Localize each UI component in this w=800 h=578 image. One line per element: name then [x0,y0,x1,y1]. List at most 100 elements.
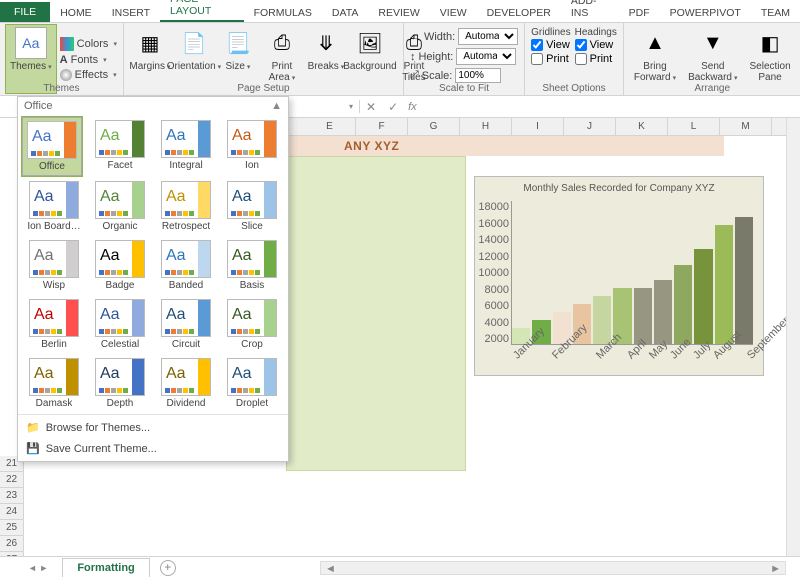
group-label-themes: Themes [0,83,123,94]
theme-droplet[interactable]: AaDroplet [220,355,284,412]
headings-view[interactable]: View [575,38,617,52]
data-region [286,156,466,471]
send-backward-icon: ▼ [697,27,729,59]
width-select[interactable]: Automatic [458,28,518,45]
col-F[interactable]: F [356,118,408,135]
gridlines-label: Gridlines [531,27,570,38]
chart-bars [511,201,753,345]
theme-ion-board-[interactable]: AaIon Board… [22,178,86,235]
gridlines-view[interactable]: View [531,38,570,52]
theme-celestial[interactable]: AaCelestial [88,296,152,353]
chart-x-axis: JanuaryFebruaryMarchAprilMayJuneJulyAugu… [511,347,753,373]
effects-icon [60,69,72,81]
col-H[interactable]: H [460,118,512,135]
theme-wisp[interactable]: AaWisp [22,237,86,294]
themes-gallery-header: Office ▲ [18,97,288,115]
accept-formula[interactable]: ✓ [382,100,404,114]
group-label-sheet: Sheet Options [525,83,623,94]
scale-input[interactable] [455,68,501,83]
save-theme[interactable]: 💾Save Current Theme... [18,438,288,459]
chart[interactable]: Monthly Sales Recorded for Company XYZ 1… [474,176,764,376]
theme-integral[interactable]: AaIntegral [154,117,218,176]
theme-retrospect[interactable]: AaRetrospect [154,178,218,235]
height-select[interactable]: Automatic [456,48,516,65]
bar-August [654,280,672,344]
print-area-icon: ⎙ [266,27,298,59]
theme-damask[interactable]: AaDamask [22,355,86,412]
tab-pdf[interactable]: PDF [619,3,660,22]
tab-insert[interactable]: INSERT [102,3,160,22]
sheet-tab-formatting[interactable]: Formatting [62,558,149,577]
fx-icon[interactable]: fx [404,101,421,113]
theme-office[interactable]: AaOffice [22,117,82,176]
vertical-scrollbar[interactable] [786,118,800,556]
add-sheet-button[interactable]: + [160,560,176,576]
tab-home[interactable]: HOME [50,3,102,22]
gridlines-print[interactable]: Print [531,52,570,66]
tab-team[interactable]: Team [751,3,800,22]
col-E[interactable]: E [304,118,356,135]
scale-pct[interactable]: ⤢Scale: [410,67,518,84]
size-icon: 📃 [222,27,254,59]
headings-label: Headings [575,27,617,38]
theme-facet[interactable]: AaFacet [88,117,152,176]
col-I[interactable]: I [512,118,564,135]
height-icon: ↕ [410,51,416,63]
chart-y-axis: 1800016000140001200010000800060004000200… [483,201,509,345]
sheet-tabs: ◄ ► Formatting + ◄► [0,556,800,578]
col-M[interactable]: M [720,118,772,135]
colors-button[interactable]: Colors [60,36,117,52]
fonts-button[interactable]: AFonts [60,53,117,67]
effects-button[interactable]: Effects [60,68,117,82]
themes-icon: Aa [15,27,47,59]
col-J[interactable]: J [564,118,616,135]
tab-data[interactable]: DATA [322,3,368,22]
save-icon: 💾 [26,442,40,455]
row-25[interactable]: 25 [0,520,23,536]
sheet-nav[interactable]: ◄ ► [20,563,56,573]
row-22[interactable]: 22 [0,472,23,488]
theme-ion[interactable]: AaIon [220,117,284,176]
tab-powerpivot[interactable]: POWERPIVOT [660,3,751,22]
theme-depth[interactable]: AaDepth [88,355,152,412]
theme-banded[interactable]: AaBanded [154,237,218,294]
row-23[interactable]: 23 [0,488,23,504]
col-G[interactable]: G [408,118,460,135]
row-24[interactable]: 24 [0,504,23,520]
tab-formulas[interactable]: FORMULAS [244,3,322,22]
scale-height[interactable]: ↕Height:Automatic [410,47,518,66]
tab-addins[interactable]: ADD-INS [561,0,619,22]
theme-berlin[interactable]: AaBerlin [22,296,86,353]
tab-page-layout[interactable]: PAGE LAYOUT [160,0,244,22]
tab-file[interactable]: FILE [0,2,50,22]
name-box[interactable]: ▾ [300,100,360,113]
orientation-icon: 📄 [178,27,210,59]
theme-dividend[interactable]: AaDividend [154,355,218,412]
theme-badge[interactable]: AaBadge [88,237,152,294]
horizontal-scrollbar[interactable]: ◄► [320,561,786,575]
row-26[interactable]: 26 [0,536,23,552]
scroll-up-icon[interactable]: ▲ [271,100,282,112]
cancel-formula[interactable]: ✕ [360,100,382,114]
formula-input[interactable] [421,99,800,115]
tab-review[interactable]: REVIEW [368,3,429,22]
scale-width[interactable]: ↔Width:Automatic [410,27,518,46]
breaks-icon: ⤋ [310,27,342,59]
col-K[interactable]: K [616,118,668,135]
theme-slice[interactable]: AaSlice [220,178,284,235]
theme-organic[interactable]: AaOrganic [88,178,152,235]
theme-crop[interactable]: AaCrop [220,296,284,353]
tab-developer[interactable]: DEVELOPER [477,3,561,22]
background-icon: 🖼 [354,27,386,59]
bring-forward-icon: ▲ [639,27,671,59]
headings-print[interactable]: Print [575,52,617,66]
tab-view[interactable]: VIEW [430,3,477,22]
col-L[interactable]: L [668,118,720,135]
row-headers[interactable]: 2122232425262728293031 [0,456,24,558]
browse-themes[interactable]: 📁Browse for Themes... [18,417,288,438]
group-label-arrange: Arrange [624,83,800,94]
theme-circuit[interactable]: AaCircuit [154,296,218,353]
ribbon-tabs: FILE HOME INSERT PAGE LAYOUT FORMULAS DA… [0,0,800,23]
theme-basis[interactable]: AaBasis [220,237,284,294]
scale-icon: ⤢ [410,69,419,82]
